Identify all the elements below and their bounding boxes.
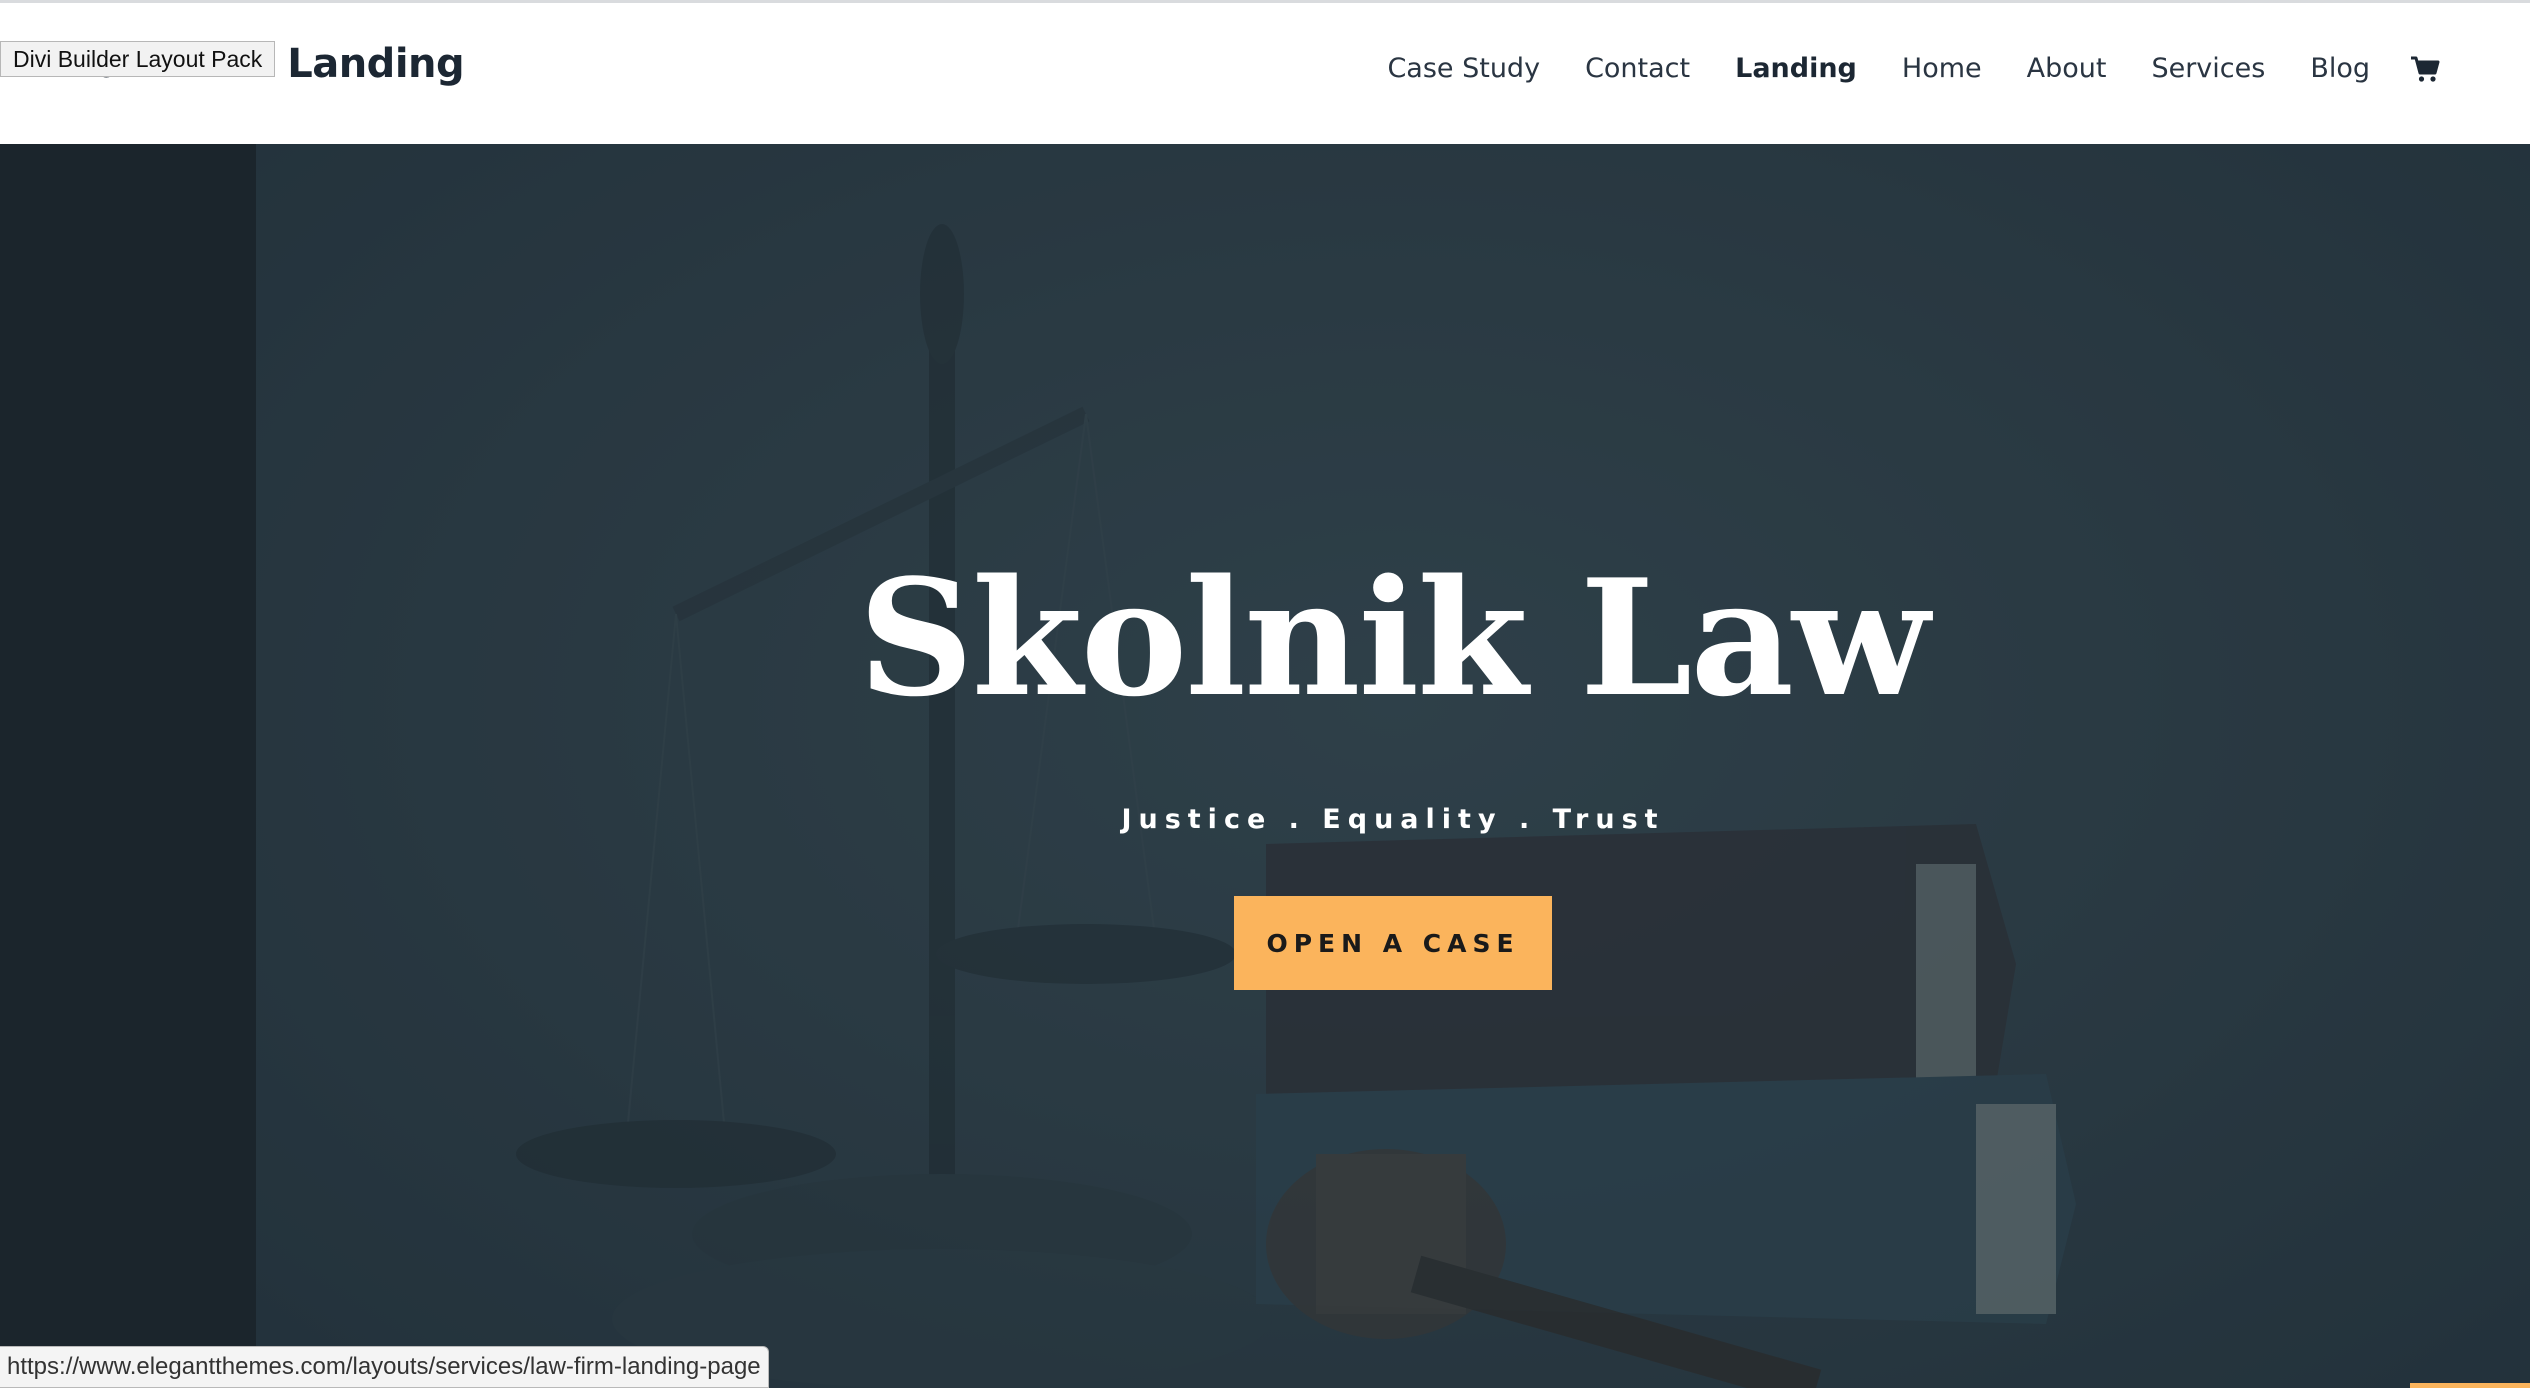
nav-item-blog[interactable]: Blog <box>2310 53 2370 84</box>
browser-tooltip: Divi Builder Layout Pack <box>0 41 276 77</box>
nav-item-contact[interactable]: Contact <box>1585 53 1690 84</box>
site-header: Law Firm Landing Case Study Contact Land… <box>0 3 2530 144</box>
hero-tagline: Justice . Equality . Trust <box>1121 804 1665 835</box>
nav-item-landing[interactable]: Landing <box>1735 53 1857 84</box>
nav-item-home[interactable]: Home <box>1902 53 1982 84</box>
hero-title: Skolnik Law <box>858 544 1929 732</box>
bottom-accent-bar <box>2410 1383 2530 1388</box>
nav-item-services[interactable]: Services <box>2151 53 2265 84</box>
nav-item-about[interactable]: About <box>2027 53 2107 84</box>
hero-section: Skolnik Law Justice . Equality . Trust O… <box>0 144 2530 1388</box>
main-nav: Case Study Contact Landing Home About Se… <box>1342 53 2440 84</box>
open-a-case-button[interactable]: OPEN A CASE <box>1234 896 1552 990</box>
hero-background-image <box>256 144 2530 1388</box>
hero-left-panel <box>0 144 256 1388</box>
browser-status-url: https://www.elegantthemes.com/layouts/se… <box>0 1346 769 1388</box>
shopping-cart-icon[interactable] <box>2410 54 2440 84</box>
nav-item-case-study[interactable]: Case Study <box>1387 53 1540 84</box>
